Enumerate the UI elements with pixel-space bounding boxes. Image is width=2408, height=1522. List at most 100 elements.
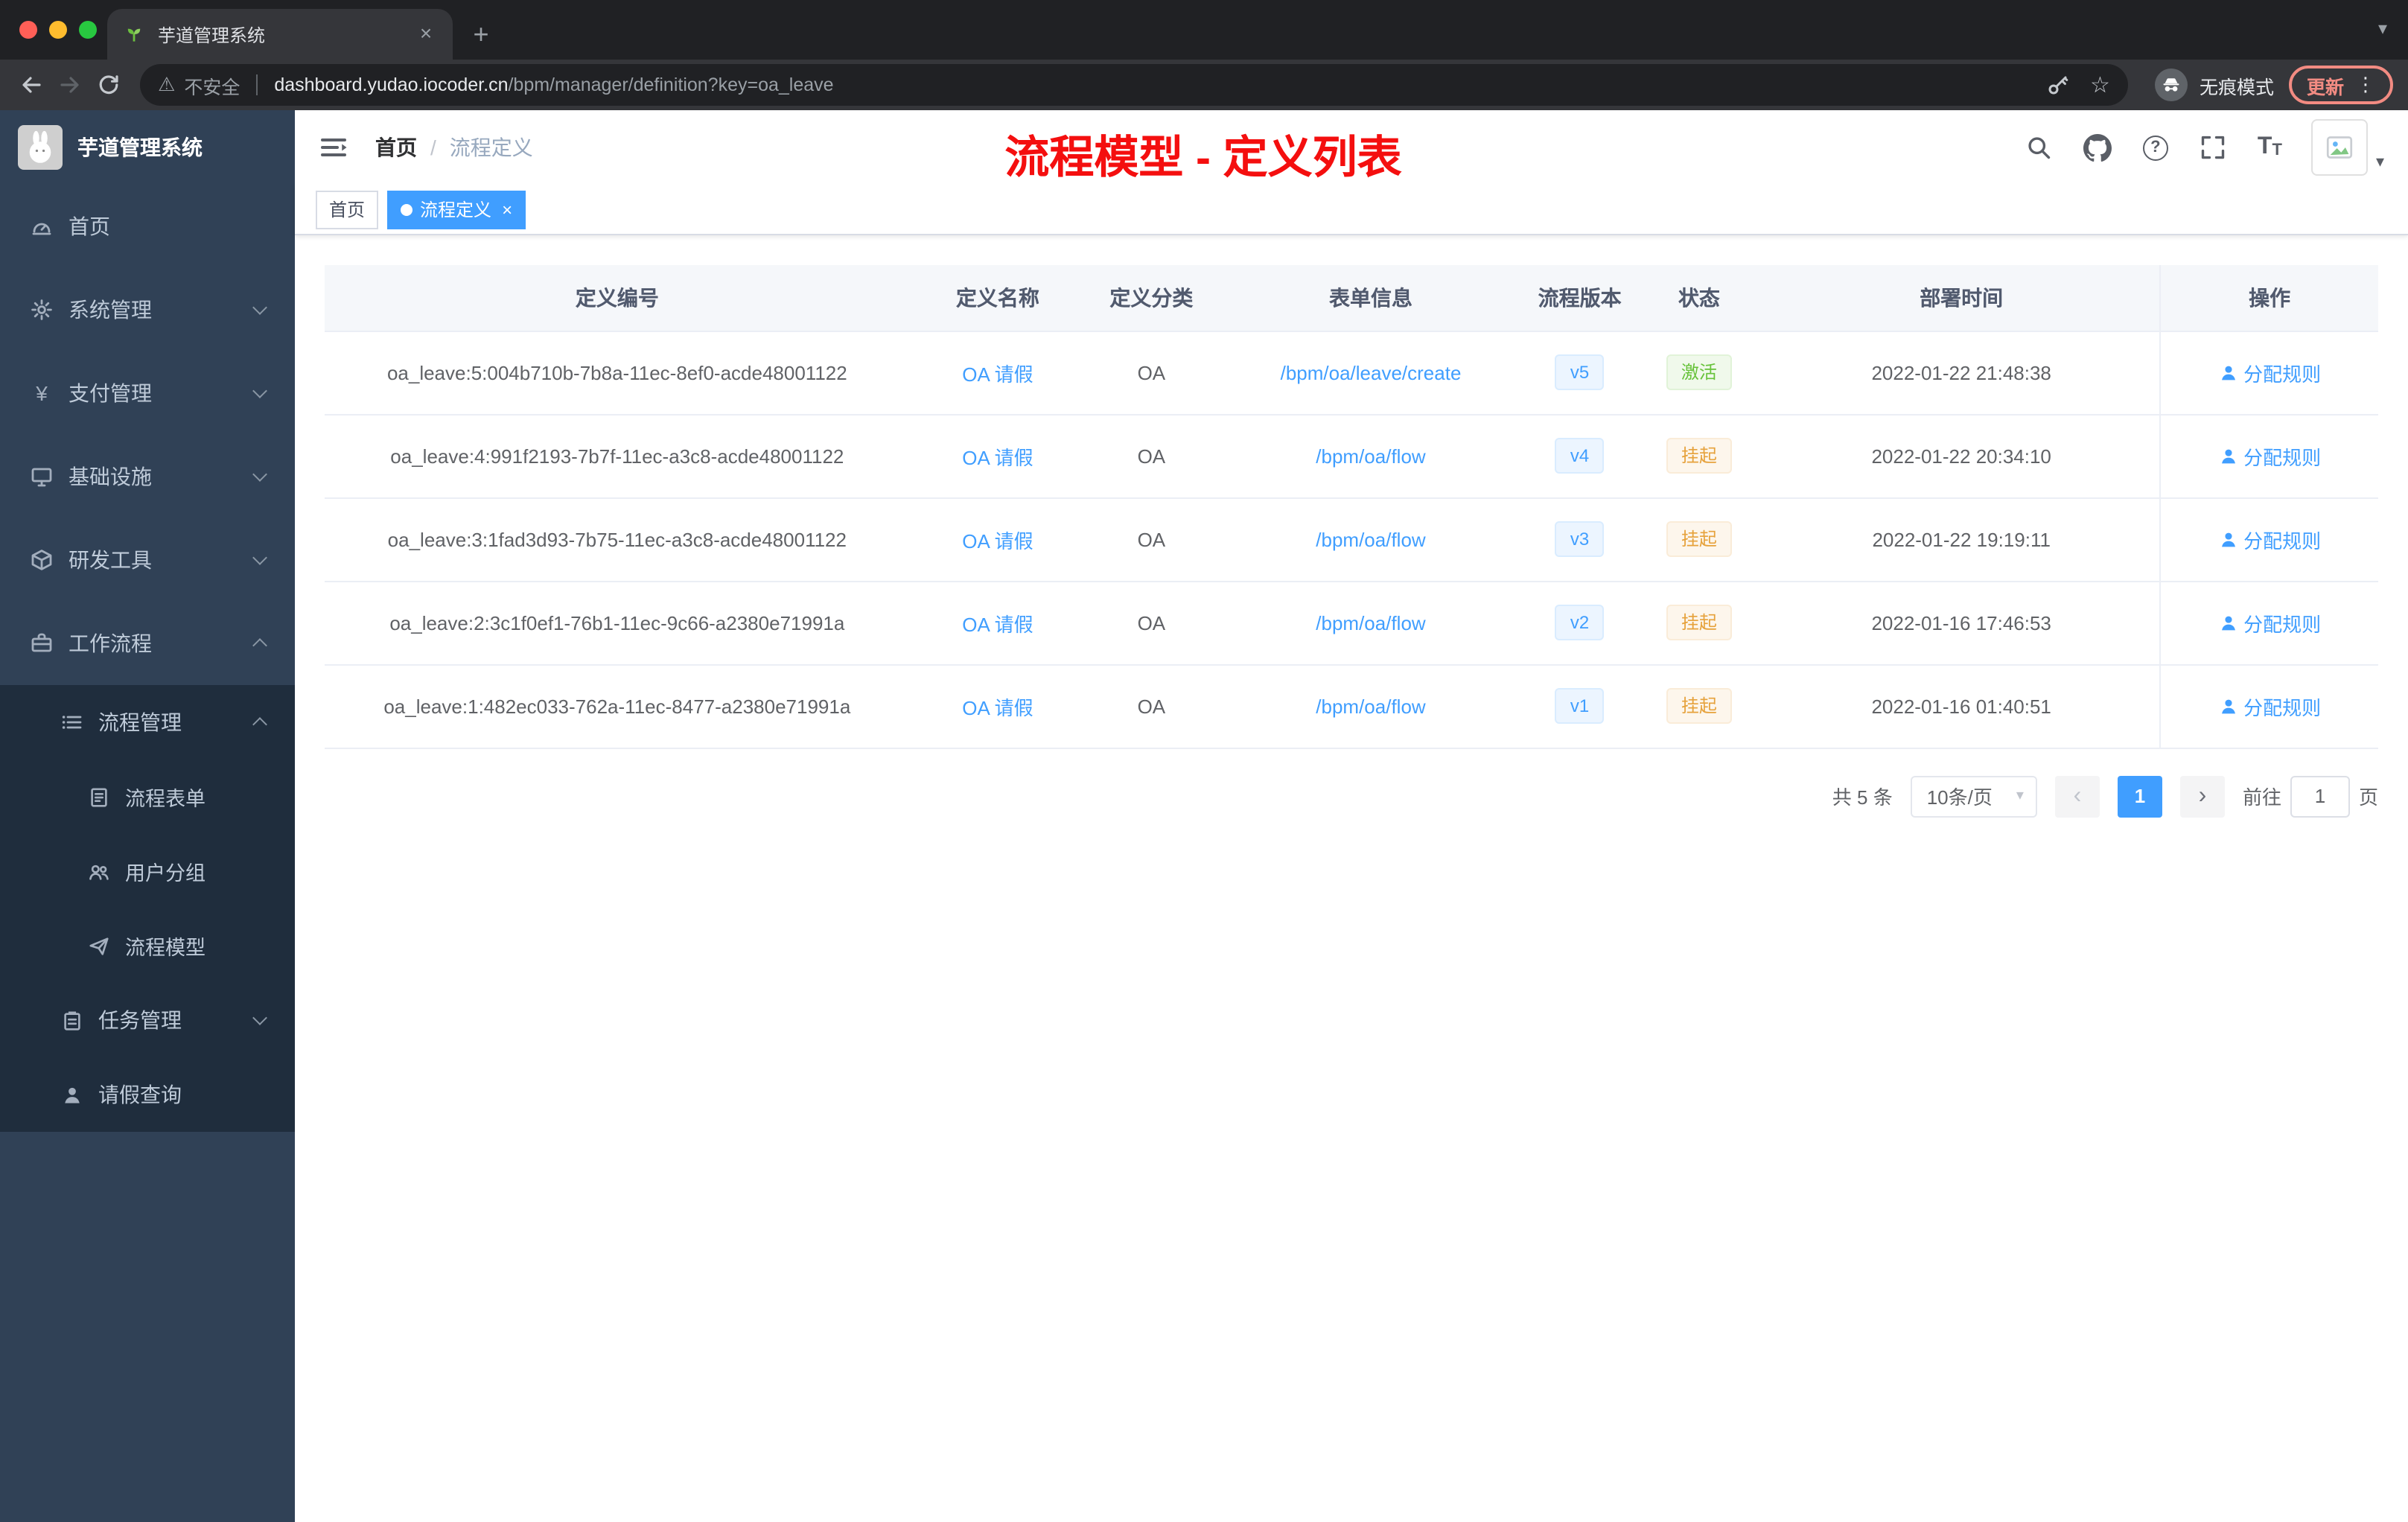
tag-home[interactable]: 首页 (316, 190, 379, 229)
status-badge: 激活 (1666, 354, 1732, 390)
definition-name-link[interactable]: OA 请假 (962, 696, 1033, 719)
assign-rule-link[interactable]: 分配规则 (2218, 608, 2321, 637)
form-link[interactable]: /bpm/oa/flow (1316, 611, 1425, 634)
status-badge: 挂起 (1666, 438, 1732, 474)
sidebar-item-payment[interactable]: ¥ 支付管理 (0, 351, 295, 435)
sidebar-item-workflow[interactable]: 工作流程 (0, 602, 295, 685)
prev-page-button[interactable]: ‹ (2054, 775, 2100, 817)
assign-rule-label: 分配规则 (2243, 529, 2322, 552)
sidebar-item-user-group[interactable]: 用户分组 (0, 834, 295, 908)
form-link[interactable]: /bpm/oa/flow (1316, 695, 1425, 717)
avatar-caret-icon[interactable]: ▾ (2376, 152, 2384, 176)
table-header-row: 定义编号 定义名称 定义分类 表单信息 流程版本 状态 部署时间 操作 (325, 265, 2378, 331)
cell-deploy-time: 2022-01-22 19:19:11 (1763, 497, 2161, 582)
bookmark-star-icon[interactable]: ☆ (2090, 71, 2110, 98)
current-page-button[interactable]: 1 (2117, 775, 2162, 817)
form-link[interactable]: /bpm/oa/flow (1316, 445, 1425, 467)
search-icon[interactable] (2024, 133, 2054, 162)
minimize-window-button[interactable] (49, 21, 67, 39)
incognito-label: 无痕模式 (2199, 77, 2274, 98)
url-path: /bpm/manager/definition?key=oa_leave (508, 74, 834, 95)
form-link[interactable]: /bpm/oa/leave/create (1281, 361, 1462, 383)
sidebar-item-label: 系统管理 (69, 298, 152, 322)
chevron-up-icon (252, 638, 267, 653)
version-badge[interactable]: v3 (1555, 521, 1605, 557)
sidebar-item-task-management[interactable]: 任务管理 (0, 983, 295, 1057)
user-menu[interactable]: ▾ (2311, 119, 2384, 176)
sidebar-item-dev-tools[interactable]: 研发工具 (0, 518, 295, 602)
password-key-icon[interactable] (2042, 70, 2072, 100)
tab-search-chevron-icon[interactable]: ▾ (2378, 18, 2387, 39)
sidebar-item-label: 请假查询 (98, 1083, 182, 1107)
font-size-icon[interactable]: TT (2257, 134, 2282, 159)
sidebar-item-label: 基础设施 (69, 465, 152, 488)
assign-rule-link[interactable]: 分配规则 (2218, 442, 2321, 470)
sidebar-item-infrastructure[interactable]: 基础设施 (0, 435, 295, 518)
user-icon (2221, 698, 2235, 713)
user-avatar[interactable] (2311, 119, 2369, 176)
sidebar-item-process-form[interactable]: 流程表单 (0, 760, 295, 834)
cell-definition-id: oa_leave:3:1fad3d93-7b75-11ec-a3c8-acde4… (325, 497, 910, 582)
header-actions: ? TT ▾ (2024, 119, 2384, 176)
version-badge[interactable]: v2 (1555, 605, 1605, 640)
gear-icon (30, 298, 54, 322)
sidebar-item-label: 用户分组 (125, 862, 206, 885)
page-size-select[interactable]: 10条/页 ▾ (1910, 775, 2037, 817)
help-icon[interactable]: ? (2142, 135, 2168, 160)
cell-category: OA (1086, 581, 1217, 665)
address-bar[interactable]: ⚠ 不安全 dashboard.yudao.iocoder.cn/bpm/man… (140, 64, 2128, 106)
tag-current[interactable]: 流程定义 × (387, 190, 526, 229)
app-logo[interactable]: 芋道管理系统 (0, 110, 295, 185)
sidebar-item-process-model[interactable]: 流程模型 (0, 908, 295, 983)
github-icon[interactable] (2083, 133, 2113, 162)
tag-close-icon[interactable]: × (502, 199, 512, 220)
sidebar-item-process-management[interactable]: 流程管理 (0, 685, 295, 760)
sidebar-item-system[interactable]: 系统管理 (0, 268, 295, 351)
cube-icon (30, 548, 54, 572)
browser-menu-icon[interactable]: ⋮ (2356, 73, 2375, 97)
browser-tab[interactable]: 芋道管理系统 × (107, 9, 453, 60)
version-badge[interactable]: v4 (1555, 438, 1605, 474)
close-window-button[interactable] (19, 21, 37, 39)
form-link[interactable]: /bpm/oa/flow (1316, 528, 1425, 550)
update-button[interactable]: 更新 ⋮ (2288, 66, 2393, 104)
font-size-large-glyph: T (2257, 134, 2272, 159)
viewport: 芋道管理系统 × + ▾ ⚠ 不安全 dashboard.yudao.iocod… (0, 0, 2408, 1522)
goto-page-input[interactable] (2290, 775, 2350, 817)
back-button[interactable] (12, 66, 51, 104)
tab-title: 芋道管理系统 (158, 25, 266, 45)
status-badge: 挂起 (1666, 605, 1732, 640)
sidebar-toggle-icon[interactable] (319, 131, 351, 164)
definition-name-link[interactable]: OA 请假 (962, 529, 1033, 552)
browser-toolbar: ⚠ 不安全 dashboard.yudao.iocoder.cn/bpm/man… (0, 60, 2408, 110)
assign-rule-label: 分配规则 (2243, 696, 2322, 719)
new-tab-button[interactable]: + (462, 15, 500, 54)
definition-name-link[interactable]: OA 请假 (962, 363, 1033, 385)
url-text[interactable]: dashboard.yudao.iocoder.cn/bpm/manager/d… (274, 74, 833, 95)
col-header-time: 部署时间 (1763, 265, 2161, 331)
version-badge[interactable]: v5 (1555, 354, 1605, 390)
tab-close-icon[interactable]: × (414, 22, 438, 46)
next-page-button[interactable]: › (2179, 775, 2225, 817)
definition-name-link[interactable]: OA 请假 (962, 446, 1033, 468)
sidebar-item-home[interactable]: 首页 (0, 185, 295, 268)
reload-button[interactable] (89, 66, 128, 104)
version-badge[interactable]: v1 (1555, 688, 1605, 724)
forward-button[interactable] (51, 66, 89, 104)
assign-rule-link[interactable]: 分配规则 (2218, 525, 2321, 553)
fullscreen-icon[interactable] (2198, 133, 2228, 162)
definition-name-link[interactable]: OA 请假 (962, 613, 1033, 635)
sidebar-item-leave-query[interactable]: 请假查询 (0, 1057, 295, 1132)
zoom-window-button[interactable] (79, 21, 97, 39)
security-warning-icon[interactable]: ⚠ (158, 73, 175, 97)
assign-rule-link[interactable]: 分配规则 (2218, 692, 2321, 720)
url-host: dashboard.yudao.iocoder.cn (274, 74, 509, 95)
definition-table: 定义编号 定义名称 定义分类 表单信息 流程版本 状态 部署时间 操作 oa_l (325, 265, 2378, 748)
breadcrumb: 首页 / 流程定义 (375, 133, 533, 162)
tags-view: 首页 流程定义 × (295, 185, 2408, 235)
assign-rule-link[interactable]: 分配规则 (2218, 358, 2321, 386)
breadcrumb-home[interactable]: 首页 (375, 133, 417, 162)
security-label[interactable]: 不安全 (184, 71, 240, 99)
cell-deploy-time: 2022-01-22 21:48:38 (1763, 331, 2161, 415)
chevron-down-icon (252, 300, 267, 315)
